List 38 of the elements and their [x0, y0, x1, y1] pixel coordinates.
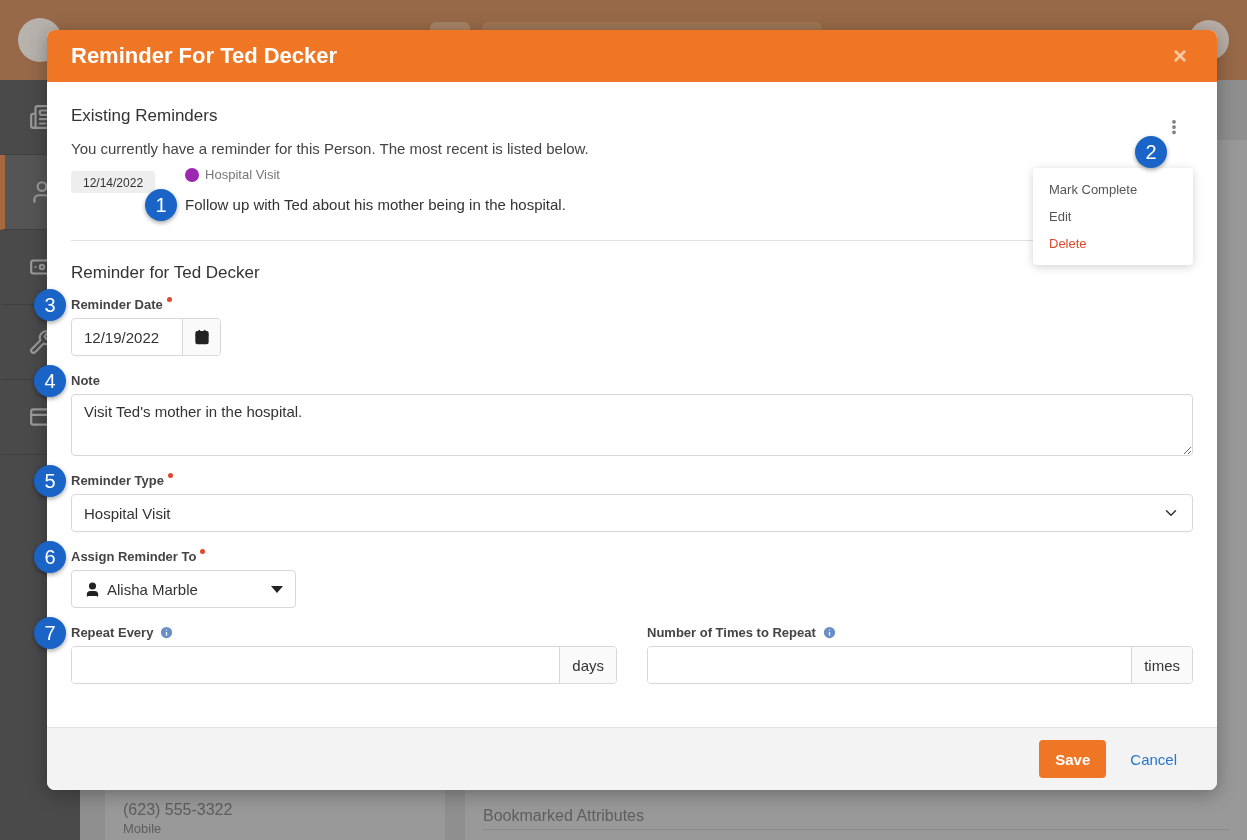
- callout-badge: 1: [145, 189, 178, 221]
- caret-icon: [271, 585, 283, 593]
- number-field[interactable]: days: [71, 646, 617, 684]
- callout-badge: 3: [34, 289, 66, 321]
- dialog-title: Reminder For Ted Decker: [71, 43, 338, 69]
- info-icon[interactable]: [821, 625, 837, 640]
- panel-title: Bookmarked Attributes: [483, 807, 1229, 830]
- callout-badge: 4: [34, 365, 66, 397]
- phone-type: Mobile: [123, 820, 163, 838]
- callout-badge: 7: [34, 617, 66, 649]
- section-heading: Reminder for Ted Decker: [71, 263, 261, 283]
- section-heading: Existing Reminders: [71, 106, 219, 126]
- menu-item[interactable]: Edit: [1033, 203, 1193, 230]
- field-label: Repeat Every: [71, 625, 154, 640]
- field-label: Reminder Date: [71, 297, 163, 312]
- callout-badge: 5: [34, 465, 66, 497]
- type-dropdown[interactable]: Hospital Visit: [71, 494, 1193, 532]
- person-icon: [84, 580, 101, 598]
- field-label: Number of Times to Repeat: [647, 625, 816, 640]
- number-field[interactable]: times: [647, 646, 1193, 684]
- cancel-link[interactable]: Cancel: [1130, 750, 1177, 768]
- reminder-type: Hospital Visit: [205, 167, 280, 182]
- menu-item[interactable]: Mark Complete: [1033, 176, 1193, 203]
- callout-badge: 2: [1135, 136, 1167, 168]
- date-tag: 12/14/2022: [71, 171, 156, 193]
- field-label: Reminder Type: [71, 473, 164, 488]
- phone-number: (623) 555-3322: [123, 799, 234, 820]
- field-label: Assign Reminder To: [71, 549, 197, 564]
- date-field[interactable]: 12/19/2022: [71, 318, 221, 356]
- reminder-note: Follow up with Ted about his mother being in the hospital.: [185, 196, 566, 213]
- menu-item[interactable]: Delete: [1033, 230, 1193, 257]
- field-label: Note: [71, 373, 100, 388]
- note-field[interactable]: Visit Ted's mother in the hospital.: [71, 394, 1193, 456]
- calendar-icon[interactable]: [193, 329, 210, 345]
- intro-text: You currently have a reminder for this Person. The most recent is listed below.: [71, 140, 589, 157]
- callout-badge: 6: [34, 541, 66, 573]
- info-icon[interactable]: [159, 625, 175, 640]
- person-picker[interactable]: Alisha Marble: [71, 570, 296, 608]
